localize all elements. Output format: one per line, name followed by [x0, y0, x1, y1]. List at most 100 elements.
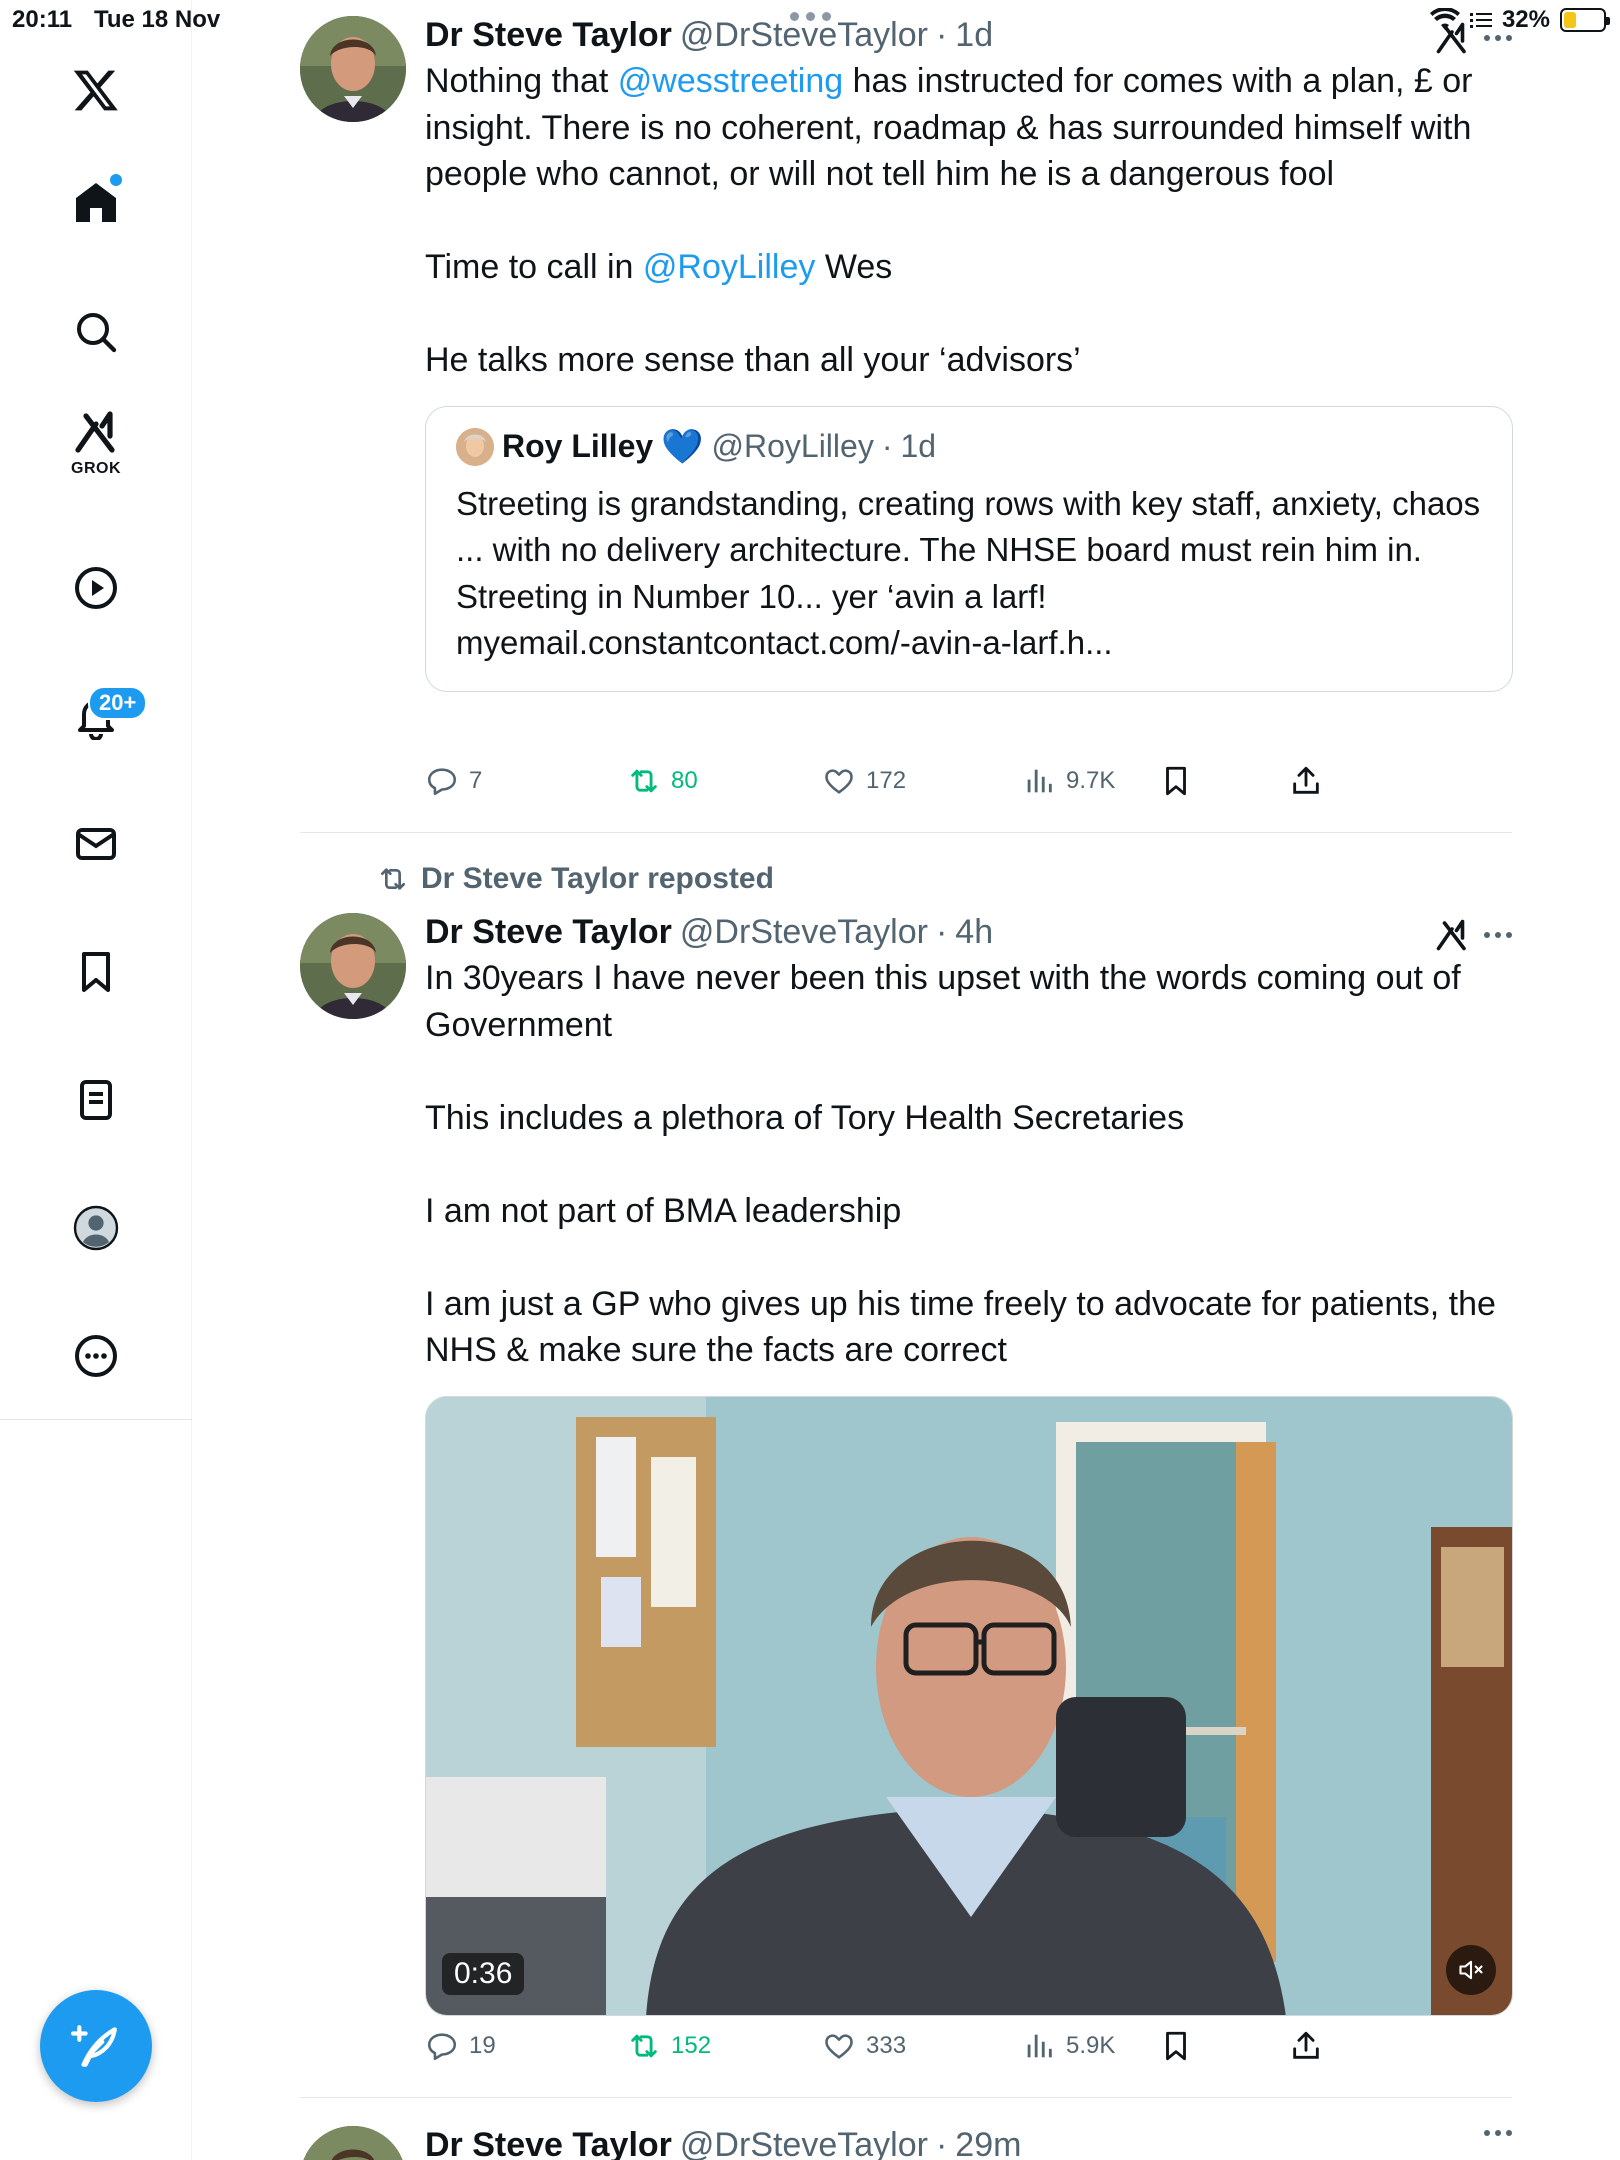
views-button[interactable]: 5.9K: [1022, 2029, 1115, 2063]
author-handle[interactable]: @DrSteveTaylor: [680, 2126, 928, 2160]
grok-icon[interactable]: [1434, 917, 1470, 953]
repost-indicator[interactable]: Dr Steve Taylor reposted: [377, 862, 774, 896]
quote-time: 1d: [900, 428, 937, 464]
profile-icon: [73, 1205, 119, 1251]
share-upload-icon: [1293, 766, 1319, 794]
view-count: 9.7K: [1066, 767, 1116, 794]
reply-count: 19: [469, 2032, 496, 2059]
sidebar-item-search[interactable]: [56, 292, 136, 372]
more-options-icon[interactable]: [1484, 932, 1512, 938]
bookmark-button[interactable]: [1159, 2029, 1193, 2063]
repost-button[interactable]: 80: [627, 764, 698, 798]
tweet-time[interactable]: 1d: [955, 16, 993, 55]
repost-icon: [631, 2034, 657, 2058]
tweet-header: Dr Steve Taylor @DrSteveTaylor · 29m: [425, 2126, 1513, 2160]
like-count: 172: [866, 767, 907, 794]
views-chart-icon: [1027, 2034, 1052, 2058]
sidebar-item-grok[interactable]: GROK: [56, 406, 136, 486]
video-thumbnail: [426, 1396, 1512, 2015]
sidebar-item-video[interactable]: [56, 548, 136, 628]
mail-icon: [76, 828, 116, 860]
author-name[interactable]: Dr Steve Taylor: [425, 913, 672, 952]
text-segment: He talks more sense than all your ‘advis…: [425, 341, 1081, 379]
repost-icon: [631, 769, 657, 793]
x-logo-icon[interactable]: [56, 50, 136, 130]
bookmark-icon: [1166, 766, 1186, 796]
timeline-feed: Dr Steve Taylor @DrSteveTaylor · 1d Noth…: [192, 0, 1513, 2160]
tweet-header: Dr Steve Taylor @DrSteveTaylor · 4h: [425, 913, 1513, 955]
video-play-icon: [75, 567, 117, 609]
author-handle[interactable]: @DrSteveTaylor: [680, 913, 928, 952]
sidebar-item-profile[interactable]: [56, 1188, 136, 1268]
tweet-header-actions: [1434, 917, 1512, 953]
mute-button[interactable]: [1446, 1944, 1496, 1995]
sidebar-item-lists[interactable]: [56, 1060, 136, 1140]
notification-badge: 20+: [88, 686, 148, 720]
video-player[interactable]: 0:36: [425, 1395, 1513, 2016]
sidebar-item-home[interactable]: [56, 162, 136, 242]
separator: ·: [935, 2126, 948, 2160]
quote-author-name: Roy Lilley: [502, 428, 654, 464]
tweet-text: Nothing that @wesstreeting has instructe…: [425, 58, 1513, 384]
text-segment: I am just a GP who gives up his time fre…: [425, 1284, 1496, 1370]
quote-author-handle: @RoyLilley: [711, 428, 874, 464]
reply-icon: [427, 2033, 457, 2061]
quote-link[interactable]: myemail.constantcontact.com/-avin-a-larf…: [456, 620, 1482, 667]
battery-icon: [1560, 8, 1610, 32]
avatar[interactable]: [300, 16, 406, 122]
tweet-header-actions: [1434, 20, 1512, 56]
sidebar-item-bookmarks[interactable]: [56, 932, 136, 1012]
bookmark-button[interactable]: [1159, 764, 1193, 798]
author-name[interactable]: Dr Steve Taylor: [425, 2126, 672, 2160]
views-chart-icon: [1027, 769, 1052, 793]
sidebar-nav: GROK 20+: [0, 0, 192, 2160]
sidebar-item-messages[interactable]: [56, 804, 136, 884]
quote-line: Streeting is grandstanding, creating row…: [456, 484, 1481, 569]
repost-button[interactable]: 152: [627, 2029, 711, 2063]
repost-count: 80: [671, 767, 698, 794]
reply-button[interactable]: 7: [425, 764, 482, 798]
blue-heart-emoji: 💙: [661, 427, 704, 466]
text-segment: This includes a plethora of Tory Health …: [425, 1098, 1185, 1137]
tweet-time[interactable]: 4h: [955, 913, 993, 952]
like-button[interactable]: 333: [822, 2029, 906, 2063]
tweet-divider: [300, 2097, 1512, 2098]
like-button[interactable]: 172: [822, 764, 906, 798]
separator: ·: [935, 16, 948, 54]
share-button[interactable]: [1289, 764, 1323, 798]
bookmark-icon: [1166, 2031, 1186, 2061]
reply-button[interactable]: 19: [425, 2029, 496, 2063]
quote-line: Streeting in Number 10... yer ‘avin a la…: [456, 577, 1047, 615]
quote-header: Roy Lilley 💙 @RoyLilley · 1d: [456, 425, 1482, 469]
grok-icon[interactable]: [1434, 20, 1470, 56]
separator: ·: [935, 913, 948, 951]
video-duration: 0:36: [442, 1952, 525, 1995]
views-button[interactable]: 9.7K: [1022, 764, 1115, 798]
muted-speaker-icon: [1459, 1960, 1483, 1979]
search-icon: [77, 313, 117, 353]
avatar[interactable]: [300, 2126, 406, 2160]
tweet-text: In 30years I have never been this upset …: [425, 955, 1513, 1374]
like-count: 333: [866, 2032, 907, 2059]
quote-tweet[interactable]: Roy Lilley 💙 @RoyLilley · 1d Streeting i…: [425, 405, 1513, 692]
reply-icon: [427, 768, 457, 796]
more-options-icon[interactable]: [1484, 35, 1512, 41]
share-button[interactable]: [1289, 2029, 1323, 2063]
tweet-actions: 19 152 333 5.9K: [425, 2029, 1385, 2069]
heart-icon: [825, 769, 853, 794]
avatar[interactable]: [300, 913, 406, 1019]
compose-button[interactable]: [40, 1990, 152, 2102]
sidebar-item-more[interactable]: [56, 1316, 136, 1396]
quote-text: Streeting is grandstanding, creating row…: [456, 481, 1482, 667]
separator: ·: [881, 428, 893, 464]
repost-count: 152: [671, 2032, 712, 2059]
tweet-time[interactable]: 29m: [955, 2126, 1021, 2160]
mention-link[interactable]: @RoyLilley: [643, 248, 815, 286]
text-segment: Nothing that: [425, 62, 618, 100]
author-handle[interactable]: @DrSteveTaylor: [680, 16, 928, 55]
more-icon: [75, 1335, 117, 1377]
mention-link[interactable]: @wesstreeting: [618, 62, 843, 100]
view-count: 5.9K: [1066, 2032, 1116, 2059]
more-options-icon[interactable]: [1484, 2130, 1512, 2136]
author-name[interactable]: Dr Steve Taylor: [425, 16, 672, 55]
